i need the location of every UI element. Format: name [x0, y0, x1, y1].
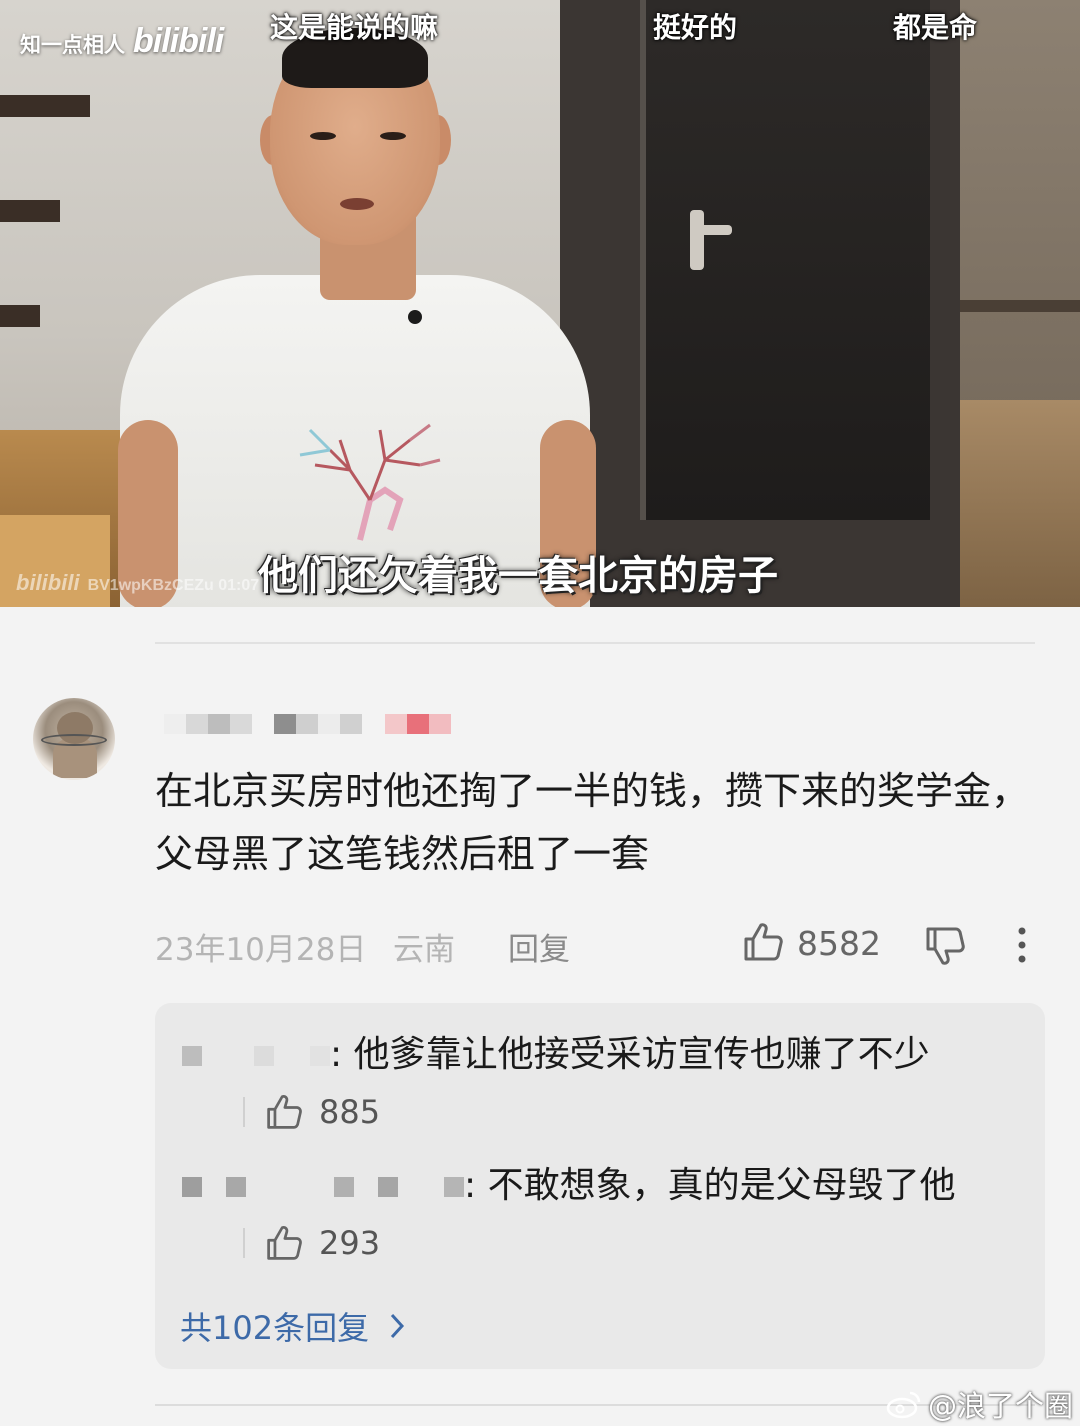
kitchen-shelf: [960, 300, 1080, 312]
thumbs-up-icon[interactable]: [742, 921, 784, 963]
comment-date: 23年10月28日: [155, 932, 367, 968]
stair-step: [0, 95, 90, 117]
total-replies-label: 共102条回复: [180, 1309, 370, 1347]
reply-item: : 不敢想象，真的是父母毁了他: [182, 1155, 1002, 1217]
video-id: BV1wpKBzCEZu 01:07: [87, 577, 260, 594]
danmaku-caption: 这是能说的嘛: [270, 11, 439, 44]
reply-separator: :: [330, 1034, 354, 1075]
more-vertical-icon[interactable]: [1014, 926, 1030, 964]
reply-like: 885: [243, 1093, 380, 1131]
view-all-replies-link[interactable]: 共102条回复: [180, 1303, 405, 1349]
channel-watermark: 知一点相人 bilibili: [20, 22, 224, 61]
thumbs-down-icon[interactable]: [924, 925, 966, 967]
reply-item: : 他爹靠让他接受采访宣传也赚了不少: [182, 1024, 1002, 1086]
deer-print-icon: [299, 423, 441, 541]
danmaku-caption: 都是命: [893, 11, 978, 44]
stair-step: [0, 305, 40, 327]
door: [640, 0, 930, 520]
divider: [243, 1228, 245, 1258]
video-subtitle: 他们还欠着我一套北京的房子: [258, 553, 778, 599]
reply-separator: :: [464, 1165, 488, 1206]
cat-cone: [41, 734, 107, 746]
weibo-logo-icon: [886, 1391, 921, 1419]
chevron-right-icon: [390, 1313, 405, 1339]
danmaku-caption: 挺好的: [653, 11, 738, 44]
kitchen-counter: [960, 400, 1080, 607]
reply-like-count: 293: [319, 1224, 381, 1262]
comment-location: 云南: [393, 932, 455, 968]
weibo-watermark: @浪了个圈: [886, 1383, 1073, 1425]
username-redacted[interactable]: [182, 1177, 464, 1197]
reply-like-count: 885: [319, 1093, 381, 1131]
video-frame[interactable]: 知一点相人 bilibili 这是能说的嘛 挺好的 都是命 他们还欠着我一套北京…: [0, 0, 1080, 607]
username-redacted: [274, 714, 362, 734]
door-handle: [700, 225, 732, 235]
like-count: 8582: [797, 924, 881, 963]
reply-button[interactable]: 回复: [508, 924, 570, 969]
avatar[interactable]: [33, 698, 115, 780]
reply-text: 他爹靠让他接受采访宣传也赚了不少: [353, 1034, 930, 1075]
lapel-mic-icon: [408, 310, 422, 324]
watermark-text: @浪了个圈: [928, 1389, 1074, 1423]
divider: [155, 642, 1035, 644]
person-mouth: [340, 198, 374, 210]
door-handle: [690, 210, 704, 270]
stair-step: [0, 200, 60, 222]
comment-text: 在北京买房时他还掏了一半的钱，攒下来的奖学金，父母黑了这笔钱然后租了一套: [155, 769, 1030, 876]
bilibili-logo-icon: bilibili: [16, 570, 80, 595]
reply-like: 293: [243, 1224, 380, 1262]
bilibili-logo-icon: bilibili: [133, 22, 224, 60]
reply-text: 不敢想象，真的是父母毁了他: [487, 1165, 956, 1206]
username-redacted[interactable]: [164, 714, 252, 734]
video-id-watermark: bilibili BV1wpKBzCEZu 01:07: [16, 570, 259, 596]
divider: [243, 1097, 245, 1127]
user-badge-redacted: [385, 714, 451, 734]
person-eye: [380, 132, 406, 140]
thumbs-up-icon[interactable]: [265, 1224, 303, 1262]
channel-label: 知一点相人: [20, 34, 125, 57]
username-redacted[interactable]: [182, 1046, 330, 1066]
thumbs-up-icon[interactable]: [265, 1093, 303, 1131]
person-eye: [310, 132, 336, 140]
